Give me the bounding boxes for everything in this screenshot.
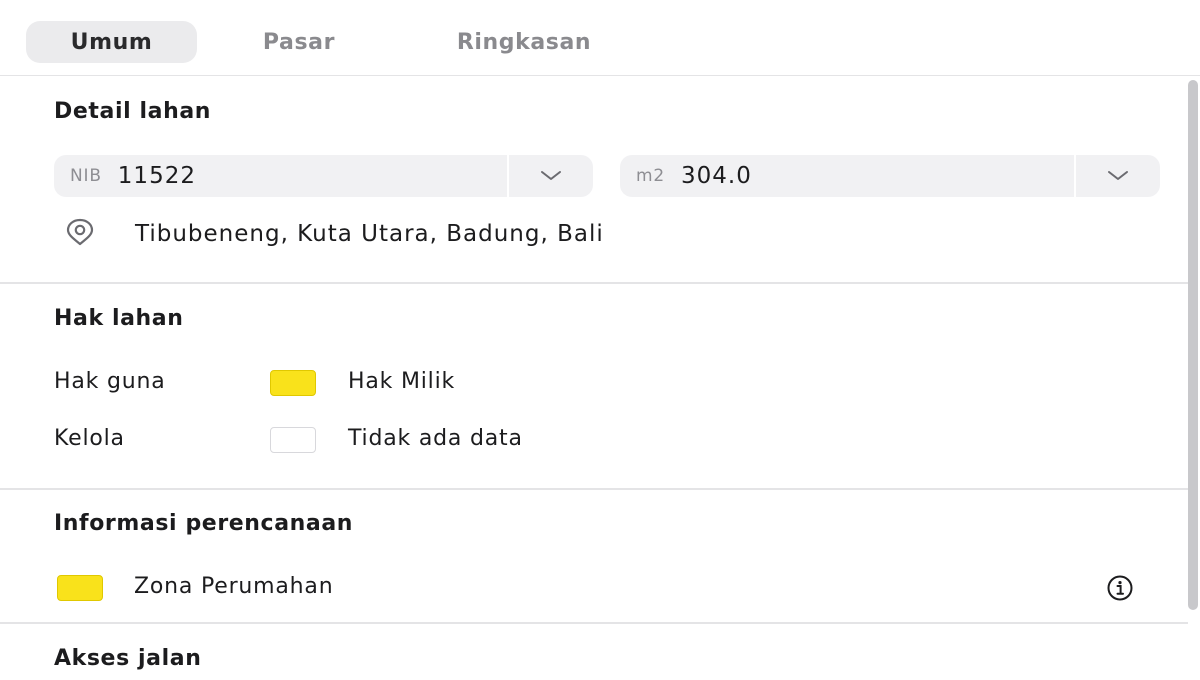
- zone-value: Zona Perumahan: [134, 574, 334, 599]
- section-divider: [0, 622, 1188, 624]
- area-value: 304.0: [680, 163, 752, 189]
- section-divider: [0, 282, 1188, 284]
- rights-row-value: Tidak ada data: [348, 426, 523, 451]
- scrollbar[interactable]: [1188, 80, 1198, 610]
- area-prefix: m2: [636, 166, 665, 186]
- nib-value: 11522: [117, 163, 196, 189]
- section-title-land-rights: Hak lahan: [54, 306, 184, 331]
- section-title-planning: Informasi perencanaan: [54, 511, 354, 536]
- location-row: Tibubeneng, Kuta Utara, Badung, Bali: [60, 216, 603, 252]
- location-pin-icon: [60, 216, 100, 252]
- rights-row-label: Hak guna: [54, 369, 166, 394]
- rights-row-label: Kelola: [54, 426, 125, 451]
- info-icon[interactable]: [1097, 575, 1143, 601]
- section-title-land-detail: Detail lahan: [54, 99, 212, 124]
- section-divider: [0, 488, 1188, 490]
- tab-pasar[interactable]: Pasar: [222, 21, 376, 63]
- zone-color-swatch: [57, 575, 103, 601]
- nib-prefix: NIB: [70, 166, 102, 186]
- tab-bar: Umum Pasar Ringkasan: [0, 0, 1200, 76]
- chevron-down-icon[interactable]: [509, 155, 593, 197]
- color-swatch: [270, 427, 316, 453]
- rights-row-value: Hak Milik: [348, 369, 456, 394]
- section-title-road-access: Akses jalan: [54, 646, 202, 671]
- location-text: Tibubeneng, Kuta Utara, Badung, Bali: [135, 221, 604, 247]
- nib-select[interactable]: NIB 11522: [54, 155, 593, 197]
- tab-umum[interactable]: Umum: [26, 21, 197, 63]
- color-swatch: [270, 370, 316, 396]
- tab-ringkasan[interactable]: Ringkasan: [410, 21, 638, 63]
- chevron-down-icon[interactable]: [1076, 155, 1160, 197]
- area-select[interactable]: m2 304.0: [620, 155, 1160, 197]
